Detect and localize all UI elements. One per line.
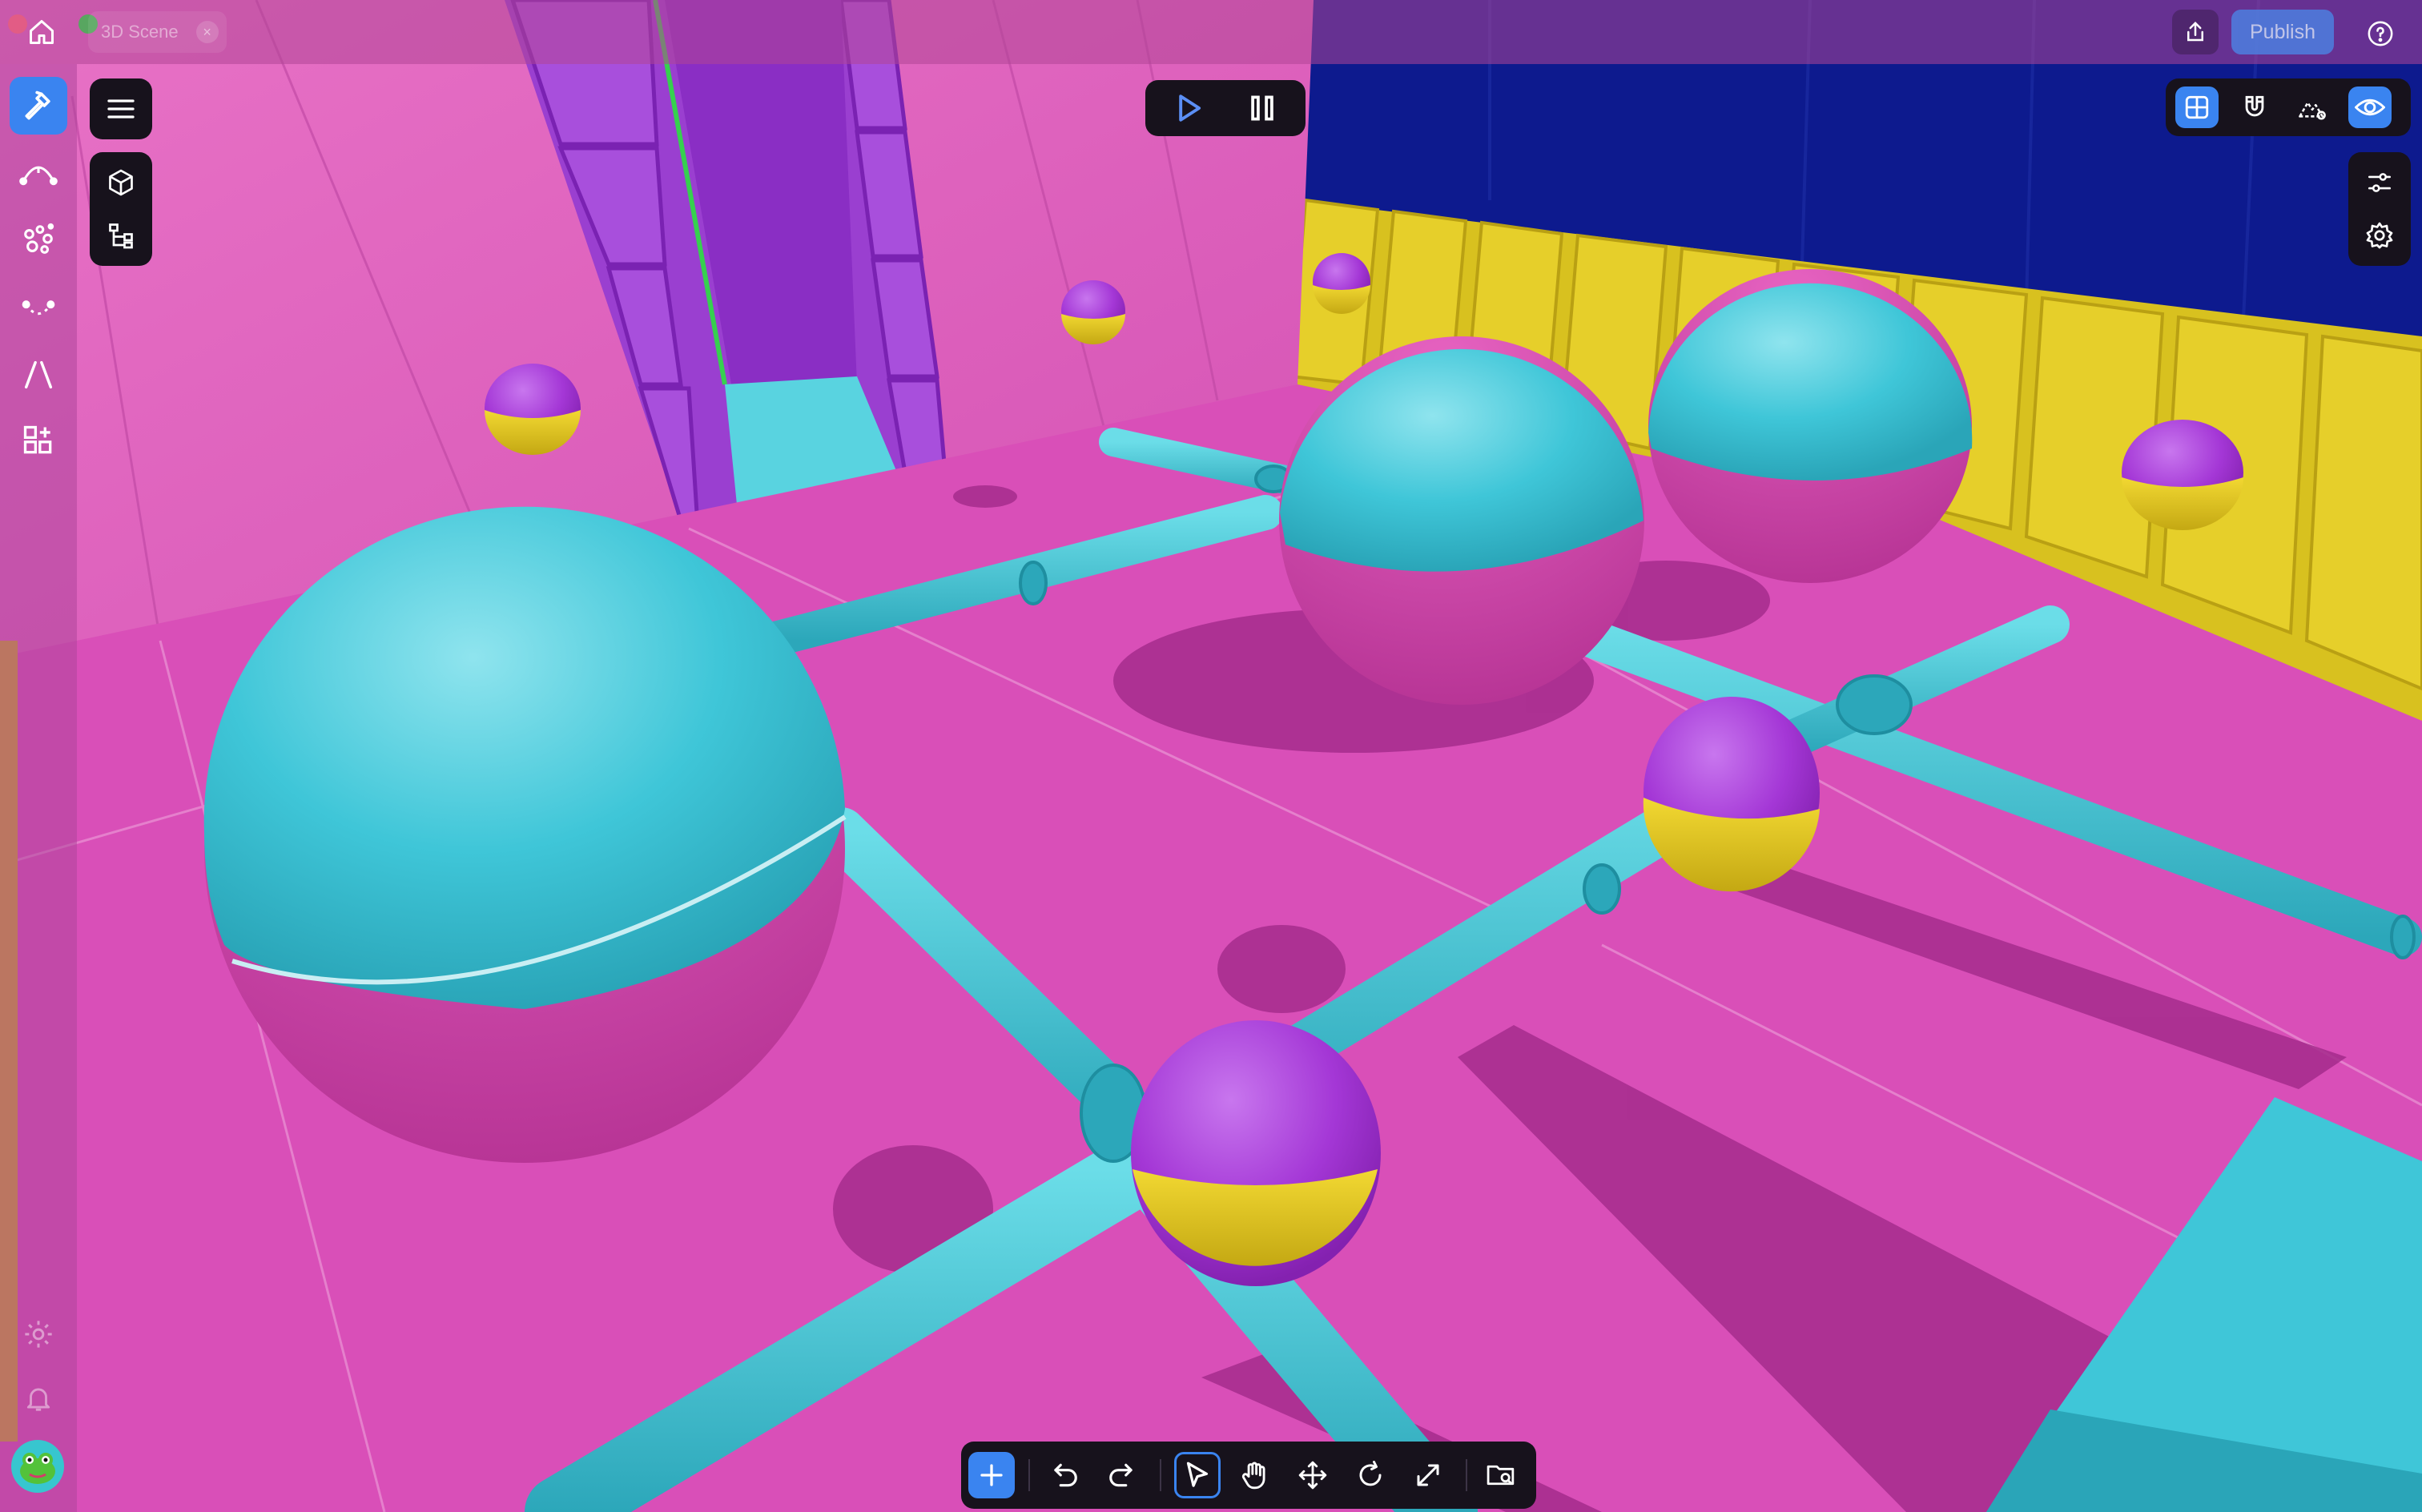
scale-icon bbox=[1417, 1464, 1439, 1486]
share-icon bbox=[2187, 21, 2203, 42]
hierarchy-button[interactable] bbox=[102, 216, 140, 255]
share-button[interactable] bbox=[2172, 10, 2219, 54]
sidebar-notifications-button[interactable] bbox=[10, 1369, 67, 1427]
sidebar-item-build[interactable] bbox=[10, 77, 67, 135]
move-tool-button[interactable] bbox=[1289, 1452, 1336, 1498]
tab-document-label: 3D Scene bbox=[101, 22, 179, 42]
add-widget-icon bbox=[23, 425, 52, 454]
tab-document[interactable]: 3D Scene × bbox=[88, 11, 227, 53]
pause-button[interactable] bbox=[1243, 89, 1281, 127]
redo-icon bbox=[1109, 1463, 1133, 1487]
title-bar: 3D Scene × Publish bbox=[0, 0, 2422, 64]
grid-view-toggle[interactable] bbox=[2175, 86, 2219, 128]
sliders-icon bbox=[2368, 173, 2392, 192]
left-sidebar bbox=[0, 64, 77, 1512]
add-object-button[interactable] bbox=[968, 1452, 1015, 1498]
cube-icon bbox=[109, 169, 133, 196]
grid-view-icon bbox=[2185, 95, 2209, 119]
rotate-tool-button[interactable] bbox=[1347, 1452, 1394, 1498]
pause-icon bbox=[1251, 95, 1273, 121]
scene-tools-panel bbox=[90, 152, 152, 266]
view-mode-toolbar bbox=[2166, 78, 2411, 136]
move-arrows-icon bbox=[1298, 1461, 1327, 1490]
lines-icon bbox=[24, 360, 53, 389]
toolbar-divider bbox=[1160, 1459, 1161, 1491]
home-icon bbox=[30, 20, 54, 44]
path-curve-icon bbox=[19, 166, 58, 186]
sidebar-item-particles[interactable] bbox=[10, 211, 67, 269]
arc-points-icon bbox=[22, 300, 55, 316]
magnet-snap-icon bbox=[2245, 95, 2264, 117]
asset-folder-icon bbox=[1487, 1465, 1515, 1486]
sidebar-item-paths[interactable] bbox=[10, 144, 67, 202]
home-button[interactable] bbox=[24, 14, 59, 50]
sidebar-settings-button[interactable] bbox=[10, 1305, 67, 1363]
notifications-bell-icon bbox=[26, 1388, 50, 1411]
rotate-icon bbox=[1359, 1461, 1382, 1486]
playback-controls bbox=[1145, 80, 1306, 136]
particles-icon bbox=[24, 223, 54, 254]
visibility-eye-icon bbox=[2355, 99, 2385, 116]
asset-browser-button[interactable] bbox=[1479, 1452, 1525, 1498]
menu-icon bbox=[107, 99, 135, 119]
transform-toolbar bbox=[961, 1442, 1536, 1509]
magnet-snap-toggle[interactable] bbox=[2233, 86, 2276, 128]
frog-avatar-icon bbox=[20, 1453, 55, 1484]
undo-icon bbox=[1054, 1463, 1077, 1487]
hand-pan-icon bbox=[1241, 1462, 1265, 1490]
play-button[interactable] bbox=[1169, 89, 1208, 127]
toolbar-divider bbox=[1466, 1459, 1467, 1491]
publish-button[interactable]: Publish bbox=[2231, 10, 2334, 54]
help-button[interactable] bbox=[2363, 16, 2398, 51]
sidebar-item-arc[interactable] bbox=[10, 279, 67, 336]
properties-panel bbox=[2348, 152, 2411, 266]
scene-viewport[interactable] bbox=[0, 0, 2422, 1512]
visibility-toggle[interactable] bbox=[2348, 86, 2392, 128]
undo-button[interactable] bbox=[1041, 1452, 1088, 1498]
adjustments-button[interactable] bbox=[2360, 163, 2399, 202]
settings-icon bbox=[2366, 222, 2393, 249]
terrain-toggle[interactable] bbox=[2291, 86, 2334, 128]
objects-button[interactable] bbox=[102, 163, 140, 202]
settings-gear-icon bbox=[25, 1321, 52, 1348]
build-hammer-icon bbox=[25, 90, 50, 120]
select-tool-button[interactable] bbox=[1174, 1452, 1221, 1498]
add-icon bbox=[980, 1464, 1003, 1486]
pan-tool-button[interactable] bbox=[1232, 1452, 1278, 1498]
toolbar-divider bbox=[1028, 1459, 1030, 1491]
tab-close-button[interactable]: × bbox=[195, 21, 219, 43]
hierarchy-icon bbox=[109, 223, 133, 249]
main-menu-button[interactable] bbox=[90, 78, 152, 139]
scale-tool-button[interactable] bbox=[1405, 1452, 1451, 1498]
select-pointer-icon bbox=[1186, 1462, 1209, 1487]
sidebar-item-lines[interactable] bbox=[10, 346, 67, 404]
terrain-icon bbox=[2299, 102, 2326, 120]
sidebar-item-add-widget[interactable] bbox=[10, 412, 67, 469]
play-icon bbox=[1179, 94, 1201, 122]
help-icon bbox=[2368, 21, 2393, 46]
user-avatar[interactable] bbox=[11, 1440, 64, 1493]
scene-settings-button[interactable] bbox=[2360, 216, 2399, 255]
redo-button[interactable] bbox=[1099, 1452, 1145, 1498]
